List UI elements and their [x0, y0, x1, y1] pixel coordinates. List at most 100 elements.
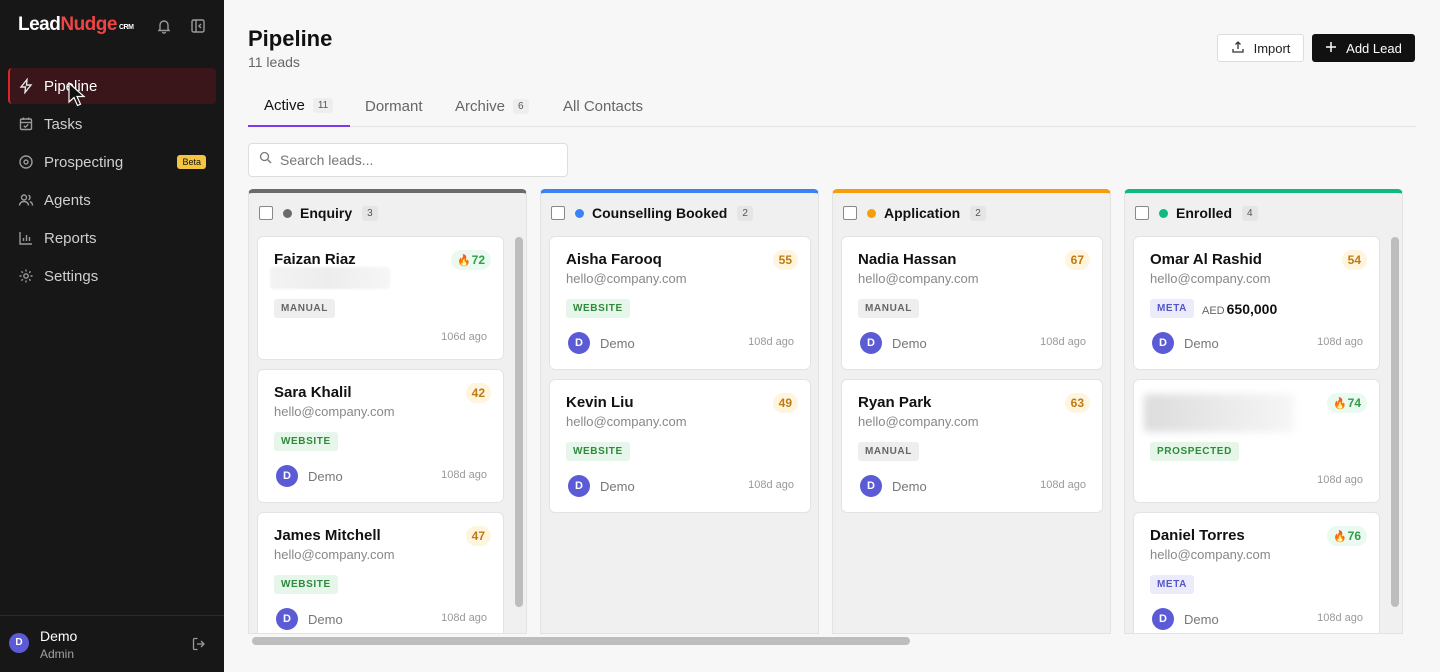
source-tag: META — [1150, 575, 1194, 594]
owner-name: Demo — [600, 335, 635, 351]
deal-amount: 650,000 — [1226, 301, 1278, 317]
source-tag: MANUAL — [858, 299, 919, 318]
column-header: Enquiry 3 — [249, 193, 526, 233]
lead-owner: D Demo — [1152, 332, 1219, 354]
source-tag: MANUAL — [858, 442, 919, 461]
sidebar-item-settings[interactable]: Settings — [8, 258, 216, 294]
import-label: Import — [1253, 40, 1291, 56]
column-count: 3 — [362, 205, 378, 221]
sidebar-item-prospecting[interactable]: Prospecting Beta — [8, 144, 216, 180]
lead-card[interactable]: Daniel Torres hello@company.com 🔥76 META… — [1133, 512, 1380, 633]
lead-card[interactable]: Ryan Park hello@company.com 63 MANUAL DD… — [841, 379, 1103, 513]
tab-count: 6 — [513, 98, 529, 114]
sidebar-item-agents[interactable]: Agents — [8, 182, 216, 218]
lead-card[interactable]: Kevin Liu hello@company.com 49 WEBSITE D… — [549, 379, 811, 513]
lead-age: 108d ago — [748, 479, 794, 491]
source-tag: WEBSITE — [566, 442, 630, 461]
calendar-check-icon — [18, 116, 34, 132]
currency-code: AED — [1202, 305, 1225, 317]
page-title: Pipeline — [248, 26, 333, 51]
tab-all-contacts[interactable]: All Contacts — [563, 86, 643, 126]
add-lead-label: Add Lead — [1346, 40, 1402, 56]
tab-active[interactable]: Active 11 — [248, 86, 350, 127]
column-header: Counselling Booked 2 — [541, 193, 818, 233]
lead-age: 108d ago — [1040, 336, 1086, 348]
owner-name: Demo — [308, 468, 343, 484]
column-title: Enquiry — [300, 205, 353, 221]
logo-text-lead: Lead — [18, 14, 61, 35]
lead-owner: D Demo — [860, 332, 927, 354]
lead-card[interactable]: Aisha Farooq hello@company.com 55 WEBSIT… — [549, 236, 811, 370]
status-dot — [283, 208, 292, 218]
sidebar-item-reports[interactable]: Reports — [8, 220, 216, 256]
lead-name: Sara Khalil — [274, 384, 352, 401]
lead-owner: D Demo — [276, 608, 343, 630]
lead-score: 42 — [465, 383, 491, 403]
lead-name: Nadia Hassan — [858, 251, 957, 268]
flame-icon: 🔥 — [1332, 398, 1347, 410]
lead-score: 67 — [1064, 250, 1090, 270]
owner-name: Demo — [600, 478, 635, 494]
sidebar-item-label: Tasks — [44, 115, 83, 133]
status-dot — [575, 208, 584, 218]
lead-email: hello@company.com — [566, 414, 687, 429]
lead-card[interactable]: Nadia Hassan hello@company.com 67 MANUAL… — [841, 236, 1103, 370]
bell-icon[interactable] — [156, 18, 172, 34]
lead-email: hello@company.com — [858, 271, 979, 286]
search-input[interactable] — [280, 152, 560, 168]
sidebar-item-label: Settings — [44, 267, 99, 285]
column-enrolled: Enrolled 4 Omar Al Rashid hello@company.… — [1124, 189, 1403, 634]
column-select-checkbox[interactable] — [259, 206, 273, 220]
lead-email: hello@company.com — [1150, 271, 1271, 286]
column-select-checkbox[interactable] — [843, 206, 857, 220]
source-tag: MANUAL — [274, 299, 335, 318]
lead-age: 108d ago — [441, 612, 487, 624]
lead-age: 108d ago — [441, 469, 487, 481]
tab-archive[interactable]: Archive 6 — [455, 86, 529, 126]
column-title: Application — [884, 205, 961, 221]
lead-owner: D Demo — [276, 465, 343, 487]
upload-icon — [1231, 40, 1245, 57]
lead-card[interactable]: 🔥74 PROSPECTED 108d ago — [1133, 379, 1380, 503]
beta-badge: Beta — [177, 155, 206, 169]
sidebar-item-pipeline[interactable]: Pipeline — [8, 68, 216, 104]
tab-dormant[interactable]: Dormant — [365, 86, 423, 126]
lead-email: hello@company.com — [566, 271, 687, 286]
lead-owner: D Demo — [568, 475, 635, 497]
add-lead-button[interactable]: Add Lead — [1312, 34, 1415, 62]
column-counselling-booked: Counselling Booked 2 Aisha Farooq hello@… — [540, 189, 819, 634]
flame-icon: 🔥 — [1332, 531, 1347, 543]
logo[interactable]: LeadNudge CRM — [18, 14, 134, 36]
avatar: D — [276, 465, 298, 487]
column-count: 2 — [970, 205, 986, 221]
lead-card[interactable]: Sara Khalil hello@company.com 42 WEBSITE… — [257, 369, 504, 503]
lead-age: 108d ago — [1317, 336, 1363, 348]
redacted-email — [270, 267, 390, 289]
column-select-checkbox[interactable] — [551, 206, 565, 220]
logout-icon[interactable] — [192, 637, 206, 651]
lead-card[interactable]: James Mitchell hello@company.com 47 WEBS… — [257, 512, 504, 633]
lead-count: 11 leads — [248, 54, 300, 70]
avatar: D — [1152, 332, 1174, 354]
lead-owner: D Demo — [568, 332, 635, 354]
sidebar-item-tasks[interactable]: Tasks — [8, 106, 216, 142]
tab-label: Active — [264, 97, 305, 114]
gear-icon — [18, 268, 34, 284]
user-panel[interactable]: D Demo Admin — [0, 615, 224, 672]
lead-card[interactable]: Faizan Riaz 🔥72 MANUAL 106d ago — [257, 236, 504, 360]
lead-name: James Mitchell — [274, 527, 381, 544]
column-header: Enrolled 4 — [1125, 193, 1402, 233]
column-scrollbar[interactable] — [1391, 237, 1399, 607]
deal-value: AED 650,000 — [1202, 301, 1277, 317]
column-count: 2 — [737, 205, 753, 221]
import-button[interactable]: Import — [1217, 34, 1304, 62]
tab-label: Dormant — [365, 97, 423, 115]
users-icon — [18, 192, 34, 208]
lead-card[interactable]: Omar Al Rashid hello@company.com 54 META… — [1133, 236, 1380, 370]
column-scrollbar[interactable] — [515, 237, 523, 607]
user-name: Demo — [40, 628, 78, 644]
board-horizontal-scrollbar[interactable] — [252, 637, 910, 645]
column-select-checkbox[interactable] — [1135, 206, 1149, 220]
lightning-icon — [18, 77, 34, 95]
sidebar-collapse-icon[interactable] — [190, 18, 206, 34]
